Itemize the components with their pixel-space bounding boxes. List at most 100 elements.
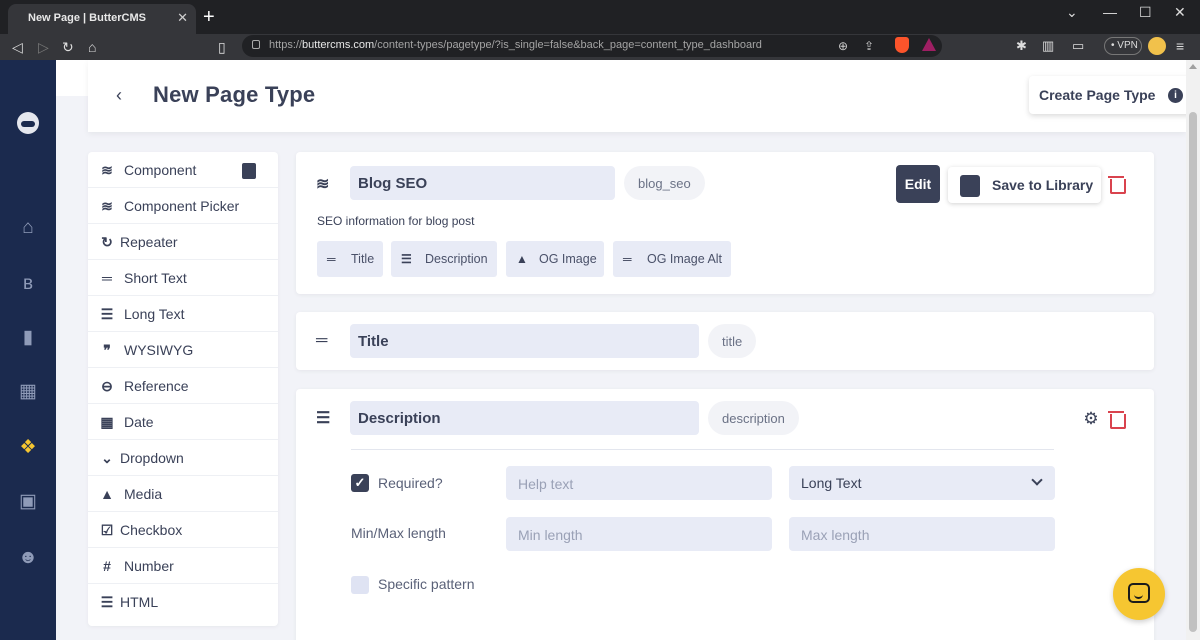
media-icon[interactable]: ▣ [15, 490, 41, 514]
browser-tab-bar: New Page | ButterCMS ✕ + ⌄ — ☐ ✕ [0, 0, 1200, 34]
content-types-icon[interactable]: ❖ [15, 436, 41, 460]
palette-label: Short Text [124, 270, 187, 286]
save-to-library-button[interactable]: Save to Library [948, 167, 1101, 203]
main-content: ‹ New Page Type Create Page Type i ≋ Com… [56, 60, 1186, 640]
tab-search-icon[interactable]: ⌄ [1066, 4, 1078, 20]
title-field-name-input[interactable]: Title [350, 324, 699, 358]
component-description: SEO information for blog post [317, 214, 475, 228]
brave-rewards-icon[interactable] [922, 38, 936, 51]
back-button[interactable]: ‹ [116, 84, 122, 106]
component-field-chip[interactable]: ═ OG Image Alt [613, 241, 731, 277]
page-scrollbar[interactable] [1186, 60, 1200, 640]
sidebar-toggle-icon[interactable]: ▥ [1042, 38, 1054, 54]
minimize-icon[interactable]: — [1103, 4, 1117, 20]
palette-item-media[interactable]: ▲ Media [88, 476, 278, 512]
field-type-value: Long Text [801, 475, 862, 491]
address-bar[interactable]: https://buttercms.com/content-types/page… [242, 35, 942, 57]
home-icon[interactable]: ⌂ [15, 216, 41, 240]
buttercms-logo-icon[interactable] [17, 112, 39, 134]
lock-icon [252, 40, 260, 49]
palette-item-short-text[interactable]: ═ Short Text [88, 260, 278, 296]
field-palette: ≋ Component ≋ Component Picker ↻ Repeate… [88, 152, 278, 626]
tab-title: New Page | ButterCMS [28, 12, 146, 24]
palette-label: Component Picker [124, 198, 240, 214]
component-card: ≋ Blog SEO blog_seo Edit Save to Library… [296, 152, 1154, 294]
specific-pattern-label: Specific pattern [378, 576, 475, 592]
description-field-name-input[interactable]: Description [350, 401, 699, 435]
chip-label: OG Image Alt [647, 252, 723, 266]
profile-avatar[interactable] [1148, 37, 1166, 55]
zoom-icon[interactable]: ⊕ [838, 38, 848, 54]
palette-item-repeater[interactable]: ↻ Repeater [88, 224, 278, 260]
palette-item-dropdown[interactable]: ⌄ Dropdown [88, 440, 278, 476]
required-label: Required? [378, 475, 443, 491]
edit-button[interactable]: Edit [896, 165, 940, 203]
library-icon [960, 175, 980, 197]
info-icon[interactable]: i [1168, 88, 1183, 103]
required-checkbox[interactable]: ✓ [351, 474, 369, 492]
page-header: ‹ New Page Type Create Page Type i [88, 60, 1186, 132]
bookmark-icon[interactable]: ▯ [218, 38, 226, 56]
collections-icon[interactable]: ▦ [15, 380, 41, 404]
url-text: https://buttercms.com/content-types/page… [269, 39, 762, 51]
palette-item-number[interactable]: # Number [88, 548, 278, 584]
trash-icon[interactable] [1108, 411, 1126, 429]
image-icon: ▲ [516, 252, 528, 266]
reload-icon[interactable]: ↻ [62, 38, 74, 56]
link-icon: ⊖ [101, 378, 113, 394]
scroll-up-icon[interactable] [1189, 64, 1197, 69]
palette-item-reference[interactable]: ⊖ Reference [88, 368, 278, 404]
create-page-type-button[interactable]: Create Page Type i [1029, 76, 1186, 114]
create-page-type-label: Create Page Type [1039, 87, 1156, 103]
component-field-chip[interactable]: ▲ OG Image [506, 241, 604, 277]
gear-icon[interactable]: ⚙ [1083, 410, 1099, 427]
library-icon[interactable] [242, 163, 256, 179]
palette-item-wysiwyg[interactable]: ❞ WYSIWYG [88, 332, 278, 368]
browser-tab[interactable]: New Page | ButterCMS ✕ [8, 4, 196, 34]
forward-icon[interactable]: ▷ [38, 38, 49, 56]
palette-item-long-text[interactable]: ☰ Long Text [88, 296, 278, 332]
new-tab-button[interactable]: + [203, 7, 215, 27]
back-icon[interactable]: ◁ [12, 38, 23, 56]
menu-icon[interactable]: ≡ [1176, 37, 1184, 55]
component-field-chip[interactable]: ☰ Description [391, 241, 497, 277]
close-window-icon[interactable]: ✕ [1174, 4, 1186, 20]
min-length-input[interactable]: Min length [506, 517, 772, 551]
palette-item-date[interactable]: ▦ Date [88, 404, 278, 440]
html-icon: ☰ [100, 594, 114, 610]
chat-launcher-button[interactable] [1113, 568, 1165, 620]
divider [351, 449, 1054, 450]
page-title: New Page Type [153, 82, 316, 107]
component-name-input[interactable]: Blog SEO [350, 166, 615, 200]
maximize-icon[interactable]: ☐ [1139, 4, 1152, 20]
palette-item-checkbox[interactable]: ☑ Checkbox [88, 512, 278, 548]
help-text-input[interactable]: Help text [506, 466, 772, 500]
field-type-select[interactable]: Long Text [789, 466, 1055, 500]
home-icon[interactable]: ⌂ [88, 38, 96, 56]
close-tab-icon[interactable]: ✕ [177, 10, 188, 26]
extensions-icon[interactable]: ✱ [1016, 38, 1027, 54]
palette-label: Long Text [124, 306, 185, 322]
palette-label: Number [124, 558, 174, 574]
trash-icon[interactable] [1108, 176, 1126, 194]
wallet-icon[interactable]: ▭ [1072, 38, 1084, 54]
title-field-card: ═ Title title [296, 312, 1154, 370]
component-field-chip[interactable]: ═ Title [317, 241, 383, 277]
scroll-thumb[interactable] [1189, 112, 1197, 632]
share-icon[interactable]: ⇪ [864, 38, 874, 54]
blog-icon[interactable]: ʙ [15, 272, 41, 296]
vpn-button[interactable]: • VPN [1104, 37, 1142, 55]
palette-item-component[interactable]: ≋ Component [88, 152, 278, 188]
description-field-card: ☰ Description description ⚙ ✓ Required? … [296, 389, 1154, 640]
brave-shield-icon[interactable] [895, 37, 909, 53]
pages-icon[interactable]: ▮ [15, 326, 41, 350]
hash-icon: # [103, 558, 111, 574]
max-length-input[interactable]: Max length [789, 517, 1055, 551]
palette-item-html[interactable]: ☰ HTML [88, 584, 278, 620]
chat-icon [1128, 583, 1150, 603]
palette-item-component-picker[interactable]: ≋ Component Picker [88, 188, 278, 224]
chip-label: Description [425, 252, 488, 266]
short-text-icon: ═ [102, 270, 112, 286]
users-icon[interactable]: ☻ [15, 546, 41, 570]
specific-pattern-checkbox[interactable] [351, 576, 369, 594]
